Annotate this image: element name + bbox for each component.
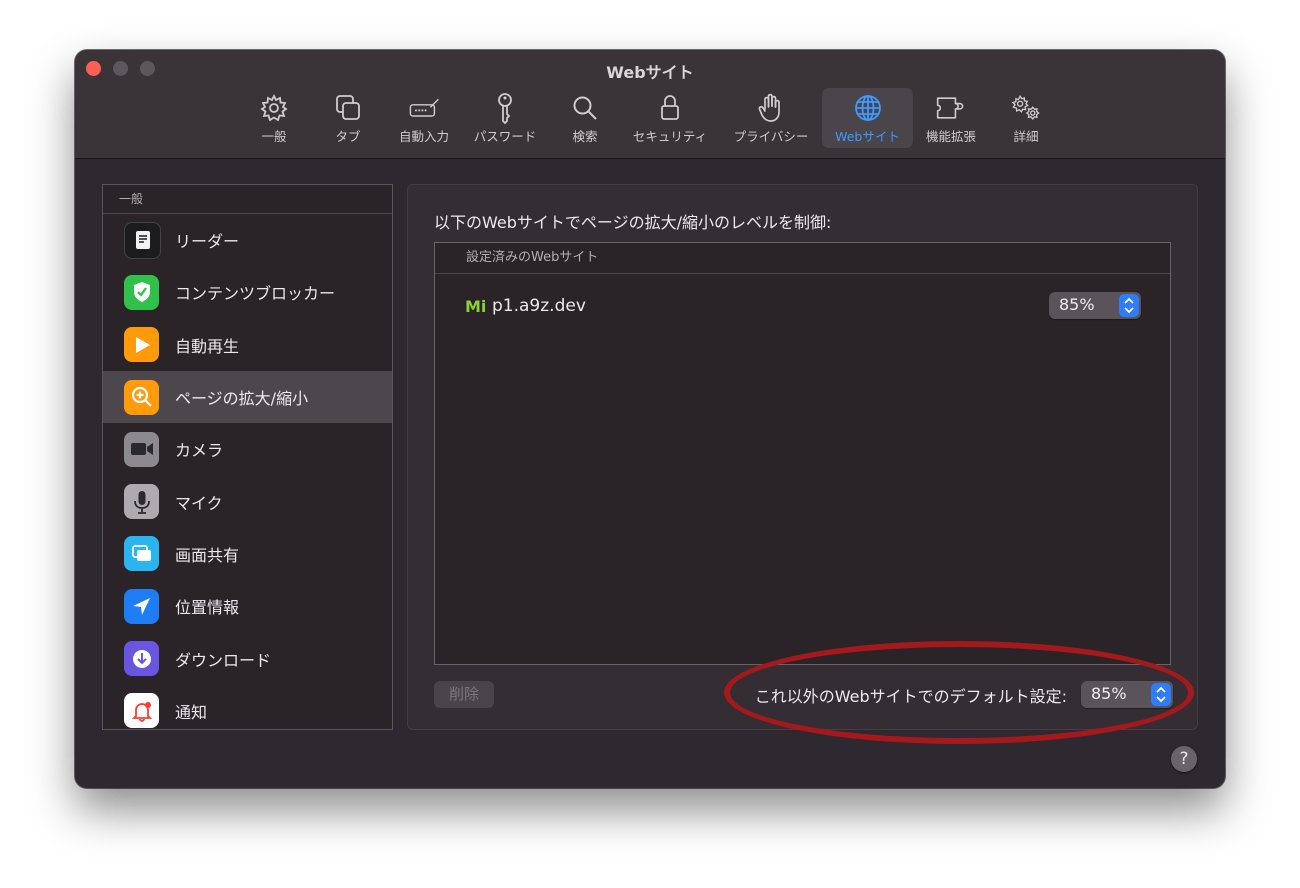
configured-websites-table[interactable]: 設定済みのWebサイト Mi p1.a9z.dev 85% [434,242,1171,665]
sidebar-item-label: カメラ [175,441,224,461]
screen-sharing-icon [124,536,159,572]
sidebar-item-label: マイク [175,493,223,513]
globe-icon [852,92,884,124]
sidebar-item-location[interactable]: 位置情報 [103,580,392,632]
sidebar-header: 一般 [103,185,392,214]
popup-value: 85% [1059,295,1095,314]
table-row[interactable]: Mi p1.a9z.dev 85% [435,274,1170,336]
toolbar-label: 自動入力 [398,129,449,144]
settings-panel: 以下のWebサイトでページの拡大/縮小のレベルを制御: 設定済みのWebサイト … [407,184,1198,730]
lock-icon [654,92,686,124]
toolbar-label: 一般 [261,129,287,144]
autofill-icon [408,92,440,124]
toolbar-extensions[interactable]: 機能拡張 [921,88,981,148]
microphone-icon [124,484,159,520]
chevron-updown-icon [1151,683,1171,706]
magnifier-icon [569,92,601,124]
toolbar-websites[interactable]: Webサイト [822,88,913,148]
sidebar-item-label: リーダー [175,232,240,252]
toolbar-label: パスワード [473,129,537,144]
sidebar-item-label: 画面共有 [175,545,240,565]
sidebar-item-label: ダウンロード [175,650,272,670]
toolbar-tabs[interactable]: タブ [327,88,369,148]
preferences-window: Webサイト 一般 タブ 自動入力 パスワード 検索 セキュリティ プライバシー… [75,50,1225,788]
sidebar: 一般 リーダー コンテンツブロッカー 自動再生 ページの拡大/縮小 カメラ マイ… [102,184,393,730]
delete-button[interactable]: 削除 [434,681,494,708]
toolbar-label: Webサイト [835,129,900,144]
autoplay-icon [124,327,159,363]
help-button[interactable]: ? [1171,746,1197,772]
sidebar-item-notifications[interactable]: 通知 [103,685,392,729]
toolbar-search[interactable]: 検索 [563,88,607,148]
key-icon [489,92,521,125]
toolbar-label: 詳細 [1013,129,1039,144]
content-blocker-icon [124,274,159,310]
sidebar-item-label: コンテンツブロッカー [175,284,336,304]
toolbar-security[interactable]: セキュリティ [628,88,712,148]
sidebar-item-autoplay[interactable]: 自動再生 [103,319,392,371]
sidebar-item-content-blockers[interactable]: コンテンツブロッカー [103,266,392,318]
gear-icon [258,92,290,124]
toolbar-label: プライバシー [733,129,809,144]
notification-icon [124,693,159,729]
toolbar-autofill[interactable]: 自動入力 [395,88,453,148]
site-zoom-popup[interactable]: 85% [1049,292,1141,319]
sidebar-item-downloads[interactable]: ダウンロード [103,632,392,684]
site-favicon: Mi [465,297,487,316]
popup-value: 85% [1091,684,1127,703]
sidebar-item-label: ページの拡大/縮小 [175,389,309,409]
toolbar-passwords[interactable]: パスワード [469,88,541,148]
sidebar-item-page-zoom[interactable]: ページの拡大/縮小 [103,370,392,424]
table-header: 設定済みのWebサイト [435,243,1170,274]
site-name: p1.a9z.dev [492,296,586,316]
toolbar-advanced[interactable]: 詳細 [1005,88,1047,148]
titlebar: Webサイト 一般 タブ 自動入力 パスワード 検索 セキュリティ プライバシー… [75,50,1225,159]
window-title: Webサイト [606,63,694,82]
camera-icon [124,431,159,467]
toolbar-label: セキュリティ [632,129,708,144]
gears-icon [1010,92,1042,124]
sidebar-item-label: 位置情報 [175,598,240,618]
default-zoom-popup[interactable]: 85% [1081,681,1173,708]
download-icon [124,641,159,677]
toolbar-label: 機能拡張 [925,129,976,144]
sidebar-item-label: 自動再生 [175,336,240,356]
default-setting-label: これ以外のWebサイトでのデフォルト設定: [754,687,1067,706]
toolbar-general[interactable]: 一般 [251,88,297,148]
location-icon [124,588,159,624]
tabs-icon [332,92,364,124]
chevron-updown-icon [1119,294,1139,317]
hand-icon [755,92,787,124]
sidebar-item-microphone[interactable]: マイク [103,475,392,527]
toolbar-label: タブ [335,129,361,144]
sidebar-item-camera[interactable]: カメラ [103,423,392,475]
puzzle-icon [935,92,967,124]
sidebar-item-screen-sharing[interactable]: 画面共有 [103,528,392,580]
reader-icon [124,221,161,259]
sidebar-item-reader[interactable]: リーダー [103,214,392,266]
panel-heading: 以下のWebサイトでページの拡大/縮小のレベルを制御: [434,213,832,232]
toolbar-label: 検索 [572,129,598,144]
page-zoom-icon [124,379,159,415]
toolbar-privacy[interactable]: プライバシー [729,88,813,148]
sidebar-item-label: 通知 [175,702,208,722]
